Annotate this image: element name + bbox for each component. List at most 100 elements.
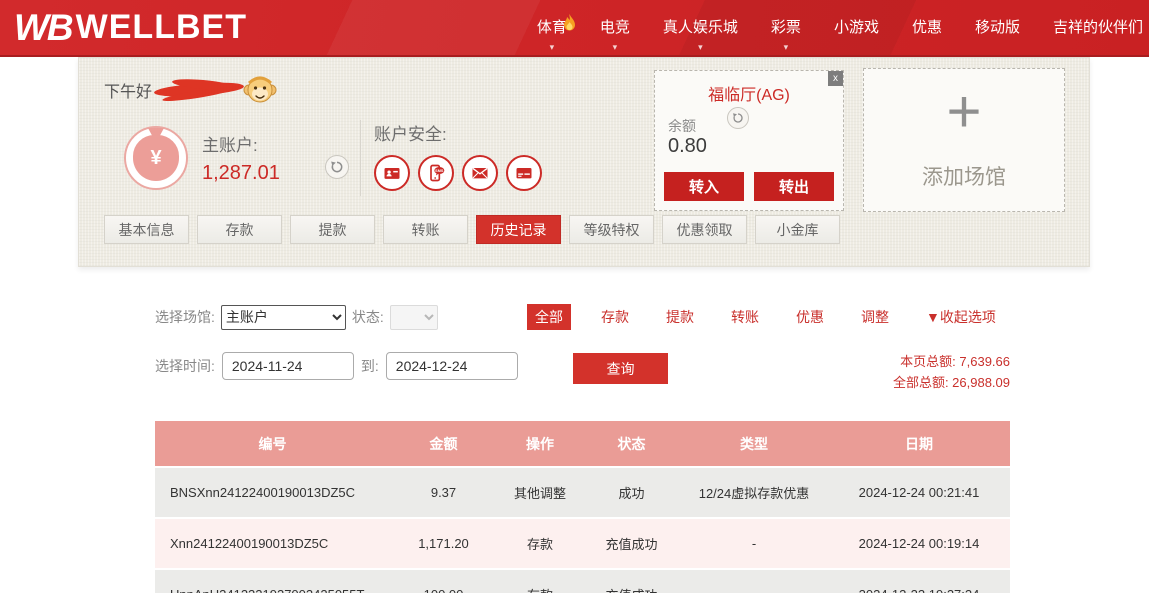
- close-icon[interactable]: x: [828, 71, 843, 86]
- venue-select-label: 选择场馆:: [155, 307, 215, 327]
- redacted-username-scribble: [154, 80, 249, 100]
- logo-wb-icon: WB: [14, 7, 72, 49]
- sms-phone-icon[interactable]: SMS: [418, 155, 454, 191]
- tab-vault[interactable]: 小金库: [755, 215, 840, 244]
- email-icon[interactable]: [462, 155, 498, 191]
- venue-refresh-button[interactable]: [727, 107, 749, 129]
- svg-text:SMS: SMS: [435, 169, 444, 173]
- date-to-input[interactable]: [386, 352, 518, 380]
- cell-date: 2024-12-22 19:27:24: [828, 587, 1010, 593]
- nav-label: 吉祥的伙伴们: [1053, 16, 1143, 37]
- cell-type: 12/24虚拟存款优惠: [680, 483, 828, 502]
- col-header-id: 编号: [155, 434, 390, 454]
- cell-id: Xnn24122400190013DZ5C: [155, 536, 390, 551]
- nav-label: 彩票: [771, 16, 801, 37]
- logo-text: WELLBET: [76, 8, 247, 47]
- tab-transfer[interactable]: 转账: [383, 215, 468, 244]
- cell-operation: 其他调整: [497, 483, 583, 502]
- nav-label: 真人娱乐城: [663, 16, 738, 37]
- chevron-down-icon: ▾: [550, 40, 555, 54]
- main-nav: 体育 ▾ 电竞 ▾ 真人娱乐城 ▾ 彩票 ▾: [537, 2, 1143, 54]
- account-tabs: 基本信息 存款 提款 转账 历史记录 等级特权 优惠领取 小金库: [104, 215, 840, 244]
- nav-item-mini-games[interactable]: 小游戏: [834, 2, 879, 54]
- cell-operation: 存款: [497, 534, 583, 553]
- nav-label: 移动版: [975, 16, 1020, 37]
- history-table: 编号 金额 操作 状态 类型 日期 BNSXnn24122400190013DZ…: [155, 421, 1010, 593]
- search-button[interactable]: 查询: [573, 353, 668, 384]
- top-navigation-bar: WB WELLBET 体育 ▾ 电竞 ▾ 真人娱乐城 ▾: [0, 0, 1149, 57]
- cell-status: 充值成功: [583, 585, 680, 593]
- all-total: 全部总额: 26,988.09: [810, 372, 1010, 393]
- cell-amount: 100.00: [390, 587, 497, 593]
- bank-card-icon[interactable]: [506, 155, 542, 191]
- id-card-icon[interactable]: [374, 155, 410, 191]
- pill-adjustment[interactable]: 调整: [861, 307, 889, 327]
- nav-item-partners[interactable]: 吉祥的伙伴们: [1053, 2, 1143, 54]
- tab-withdraw[interactable]: 提款: [290, 215, 375, 244]
- tab-promo-claim[interactable]: 优惠领取: [662, 215, 747, 244]
- nav-label: 小游戏: [834, 16, 879, 37]
- nav-item-promotions[interactable]: 优惠: [912, 2, 942, 54]
- status-select-label: 状态:: [352, 307, 384, 327]
- venue-select[interactable]: 主账户: [221, 305, 346, 330]
- page: WB WELLBET 体育 ▾ 电竞 ▾ 真人娱乐城 ▾: [0, 0, 1149, 593]
- filter-row-venue: 选择场馆: 主账户 状态: 全部 存款 提款 转账 优惠 调整 ▼收起选项: [155, 303, 1013, 333]
- date-from-input[interactable]: [222, 352, 354, 380]
- tab-vip-privileges[interactable]: 等级特权: [569, 215, 654, 244]
- tab-deposit[interactable]: 存款: [197, 215, 282, 244]
- venue-select-group: 选择场馆: 主账户 状态:: [155, 303, 438, 331]
- status-select[interactable]: [390, 305, 438, 330]
- greeting-text: 下午好: [104, 78, 152, 102]
- tab-basic-info[interactable]: 基本信息: [104, 215, 189, 244]
- nav-label: 优惠: [912, 16, 942, 37]
- refresh-icon: [732, 112, 744, 124]
- venue-balance-label: 余额: [668, 116, 696, 136]
- table-row: Xnn24122400190013DZ5C 1,171.20 存款 充值成功 -…: [155, 519, 1010, 568]
- nav-item-lottery[interactable]: 彩票 ▾: [771, 2, 801, 54]
- nav-item-esports[interactable]: 电竞 ▾: [600, 2, 630, 54]
- pill-promo[interactable]: 优惠: [796, 307, 824, 327]
- collapse-options-link[interactable]: ▼收起选项: [926, 307, 996, 327]
- plus-icon: +: [864, 77, 1064, 147]
- add-venue-label: 添加场馆: [864, 161, 1064, 191]
- main-account-label: 主账户:: [202, 131, 280, 156]
- divider: [360, 120, 361, 196]
- money-bag-icon: ¥: [124, 126, 188, 190]
- pill-transfer[interactable]: 转账: [731, 307, 759, 327]
- account-security-block: 账户安全: SMS: [374, 120, 542, 191]
- cell-date: 2024-12-24 00:19:14: [828, 536, 1010, 551]
- refresh-balance-button[interactable]: [325, 155, 349, 179]
- cell-id: BNSXnn24122400190013DZ5C: [155, 485, 390, 500]
- nav-item-sports[interactable]: 体育 ▾: [537, 2, 567, 54]
- greeting-row: 下午好: [104, 75, 277, 105]
- pill-withdraw[interactable]: 提款: [666, 307, 694, 327]
- chevron-down-icon: ▾: [613, 40, 618, 54]
- cell-id: UnnAnU2412221927002425055T: [155, 587, 390, 593]
- page-total: 本页总额: 7,639.66: [810, 351, 1010, 372]
- transfer-out-button[interactable]: 转出: [754, 172, 834, 201]
- table-row: UnnAnU2412221927002425055T 100.00 存款 充值成…: [155, 570, 1010, 593]
- nav-label-wrap: 体育: [537, 16, 567, 37]
- tab-history[interactable]: 历史记录: [476, 215, 561, 244]
- cell-amount: 9.37: [390, 485, 497, 500]
- add-venue-card[interactable]: + 添加场馆: [863, 68, 1065, 212]
- nav-item-mobile[interactable]: 移动版: [975, 2, 1020, 54]
- time-range-label: 选择时间:: [155, 356, 215, 376]
- date-range-group: 选择时间: 到:: [155, 351, 518, 381]
- nav-item-live-casino[interactable]: 真人娱乐城 ▾: [663, 2, 738, 54]
- to-label: 到:: [361, 356, 379, 376]
- col-header-status: 状态: [583, 434, 680, 454]
- venue-title: 福临厅(AG): [655, 81, 843, 105]
- pill-deposit[interactable]: 存款: [601, 307, 629, 327]
- wellbet-logo[interactable]: WB WELLBET: [14, 7, 247, 49]
- cell-date: 2024-12-24 00:21:41: [828, 485, 1010, 500]
- flame-icon: [562, 14, 577, 33]
- filter-row-time: 选择时间: 到: 查询 本页总额: 7,639.66 全部总额: 26,988.…: [155, 351, 1013, 387]
- table-header-row: 编号 金额 操作 状态 类型 日期: [155, 421, 1010, 466]
- transfer-in-button[interactable]: 转入: [664, 172, 744, 201]
- chevron-down-icon: ▾: [698, 40, 703, 54]
- table-row: BNSXnn24122400190013DZ5C 9.37 其他调整 成功 12…: [155, 468, 1010, 517]
- pill-all[interactable]: 全部: [527, 304, 571, 330]
- security-icons-row: SMS: [374, 155, 542, 191]
- col-header-type: 类型: [680, 434, 828, 454]
